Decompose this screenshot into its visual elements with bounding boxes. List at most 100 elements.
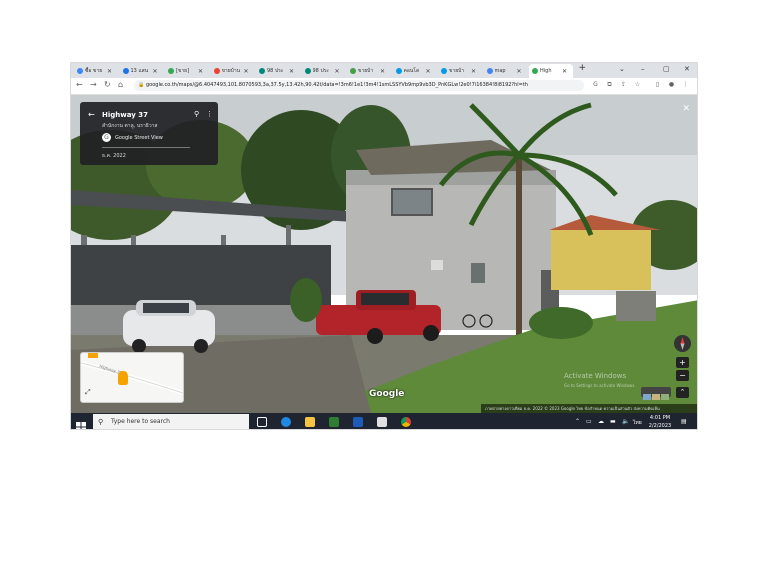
network-icon[interactable]: ▭ [586, 418, 592, 425]
home-icon[interactable]: ⌂ [118, 80, 123, 89]
tab-label: 98 ประ [312, 68, 330, 74]
expand-map-icon[interactable]: ⤢ [85, 388, 91, 397]
tab-label: High [540, 68, 552, 74]
tab-label: ขายบ้าน [221, 68, 241, 74]
street-view-panorama[interactable]: ← Highway 37 ⚲ ⋮ สำนักงาน ตาลู, นราธิวาส… [71, 95, 697, 413]
store-icon[interactable] [329, 417, 339, 427]
tab-strip: ซื้อ ขาย ✕ 13 แสน ✕ [ขาย] ✕ ขายบ้าน ✕ 98 ประ ✕ 98 … [71, 63, 697, 78]
reload-icon[interactable]: ↻ [104, 80, 111, 89]
location-title: Highway 37 [102, 111, 148, 119]
browser-tab[interactable]: map ✕ [484, 64, 528, 78]
window-chevron-icon[interactable]: ⌄ [619, 65, 625, 73]
capture-date[interactable]: ธ.ค. 2022 [102, 152, 126, 160]
language-indicator[interactable]: ไทย [633, 419, 642, 427]
profile-icon[interactable]: ● [668, 81, 675, 88]
pegman-icon[interactable] [118, 371, 128, 385]
zoom-in-button[interactable]: + [676, 357, 689, 368]
tab-favicon-icon [304, 68, 311, 74]
notifications-icon[interactable]: ▤ [681, 418, 687, 425]
tab-close-icon[interactable]: ✕ [198, 68, 203, 75]
tab-favicon-icon [259, 68, 265, 74]
minimap[interactable]: Highway 37 ⤢ [80, 352, 184, 403]
divider [102, 147, 190, 148]
tab-label: 98 ประ [267, 68, 284, 74]
back-arrow-icon[interactable]: ← [88, 110, 95, 119]
close-street-view-icon[interactable]: ✕ [682, 104, 690, 114]
expand-up-icon[interactable]: ⌃ [676, 387, 689, 398]
tab-close-icon[interactable]: ✕ [517, 68, 522, 75]
zoom-out-button[interactable]: − [676, 370, 689, 381]
taskbar-search[interactable]: ⚲ Type here to search [93, 414, 249, 429]
tab-favicon-icon [122, 68, 129, 74]
tab-close-icon[interactable]: ✕ [244, 68, 249, 75]
browser-tab[interactable]: High ✕ [529, 64, 573, 78]
chrome-icon[interactable] [401, 417, 411, 427]
tab-favicon-icon [532, 68, 538, 74]
tab-close-icon[interactable]: ✕ [380, 68, 385, 75]
file-explorer-icon[interactable] [305, 417, 315, 427]
tab-close-icon[interactable]: ✕ [335, 68, 340, 75]
imagery-thumbnails[interactable] [641, 387, 671, 400]
tray-chevron-icon[interactable]: ⌃ [575, 418, 580, 425]
active-app-indicator [397, 429, 415, 430]
tab-label: 13 แสน [130, 68, 149, 74]
onedrive-icon[interactable]: ☁ [598, 418, 604, 425]
menu-icon[interactable]: ⋮ [682, 81, 689, 88]
footer-text: ภาพถ่ายทางดาวเทียม ธ.ค. 2022 © 2023 Goog… [485, 406, 660, 411]
forward-icon[interactable]: → [90, 80, 97, 89]
bookmark-star-icon[interactable]: ☆ [634, 81, 641, 88]
mail-icon[interactable] [377, 417, 387, 427]
install-app-icon[interactable]: ⧉ [606, 81, 613, 88]
tab-label: ขายบ้า [358, 68, 374, 74]
tab-label: ซื้อ ขาย [85, 68, 103, 74]
browser-window: ซื้อ ขาย ✕ 13 แสน ✕ [ขาย] ✕ ขายบ้าน ✕ 98 ประ ✕ 98 … [70, 62, 698, 430]
browser-toolbar: ← → ↻ ⌂ 🔒 google.co.th/maps/@6.4047493,1… [71, 78, 697, 95]
pin-icon[interactable]: ⚲ [194, 110, 199, 118]
tab-close-icon[interactable]: ✕ [471, 68, 476, 75]
word-icon[interactable] [353, 417, 363, 427]
system-clock[interactable]: 4:01 PM 2/2/2023 [645, 414, 675, 429]
browser-tab[interactable]: ขายบ้า ✕ [438, 64, 482, 78]
google-lens-icon[interactable]: G [592, 81, 599, 88]
browser-tab[interactable]: [ขาย] ✕ [165, 64, 209, 78]
share-icon[interactable]: ⇪ [620, 81, 627, 88]
tab-close-icon[interactable]: ✕ [562, 68, 567, 75]
browser-tab[interactable]: 98 ประ ✕ [256, 64, 300, 78]
new-tab-button[interactable]: + [579, 63, 587, 73]
tab-favicon-icon [77, 68, 83, 74]
windows-taskbar: ⚲ Type here to search ⌃ ▭ ☁ ▬ 🔈 ไทย 4:01… [71, 413, 697, 430]
side-panel-icon[interactable]: ▯ [654, 81, 661, 88]
more-options-icon[interactable]: ⋮ [206, 110, 213, 118]
tab-favicon-icon [486, 68, 493, 74]
minimize-button[interactable]: – [641, 65, 645, 73]
task-view-icon[interactable] [257, 417, 267, 427]
tab-close-icon[interactable]: ✕ [426, 68, 431, 75]
browser-tab[interactable]: คอนโด ✕ [393, 64, 437, 78]
watermark-line-1: Activate Windows [564, 372, 627, 380]
map-footer: ภาพถ่ายทางดาวเทียม ธ.ค. 2022 © 2023 Goog… [481, 404, 697, 413]
tab-favicon-icon [395, 68, 402, 74]
compass-icon[interactable] [674, 335, 691, 352]
tab-label: ขายบ้า [449, 68, 465, 74]
watermark-line-2: Go to Settings to activate Windows. [564, 383, 636, 388]
lock-icon: 🔒 [138, 82, 145, 88]
address-bar[interactable]: 🔒 google.co.th/maps/@6.4047493,101.80705… [134, 80, 584, 91]
browser-tab[interactable]: 13 แสน ✕ [120, 64, 164, 78]
browser-tab[interactable]: ซื้อ ขาย ✕ [74, 64, 118, 78]
browser-tab[interactable]: 98 ประ ✕ [302, 64, 346, 78]
browser-tab[interactable]: ขายบ้าน ✕ [211, 64, 255, 78]
volume-icon[interactable]: 🔈 [622, 418, 629, 425]
maximize-button[interactable]: ▢ [663, 65, 670, 73]
url-text: google.co.th/maps/@6.4047493,101.8070593… [146, 82, 528, 88]
edge-icon[interactable] [281, 417, 291, 427]
windows-start-icon[interactable] [76, 417, 86, 429]
browser-tab[interactable]: ขายบ้า ✕ [347, 64, 391, 78]
close-window-button[interactable]: ✕ [684, 65, 690, 73]
tab-favicon-icon [441, 68, 447, 74]
tab-close-icon[interactable]: ✕ [107, 68, 112, 75]
tab-close-icon[interactable]: ✕ [289, 68, 294, 75]
tab-close-icon[interactable]: ✕ [153, 68, 158, 75]
back-icon[interactable]: ← [76, 80, 83, 89]
tab-favicon-icon [168, 68, 174, 74]
battery-icon[interactable]: ▬ [610, 418, 616, 425]
